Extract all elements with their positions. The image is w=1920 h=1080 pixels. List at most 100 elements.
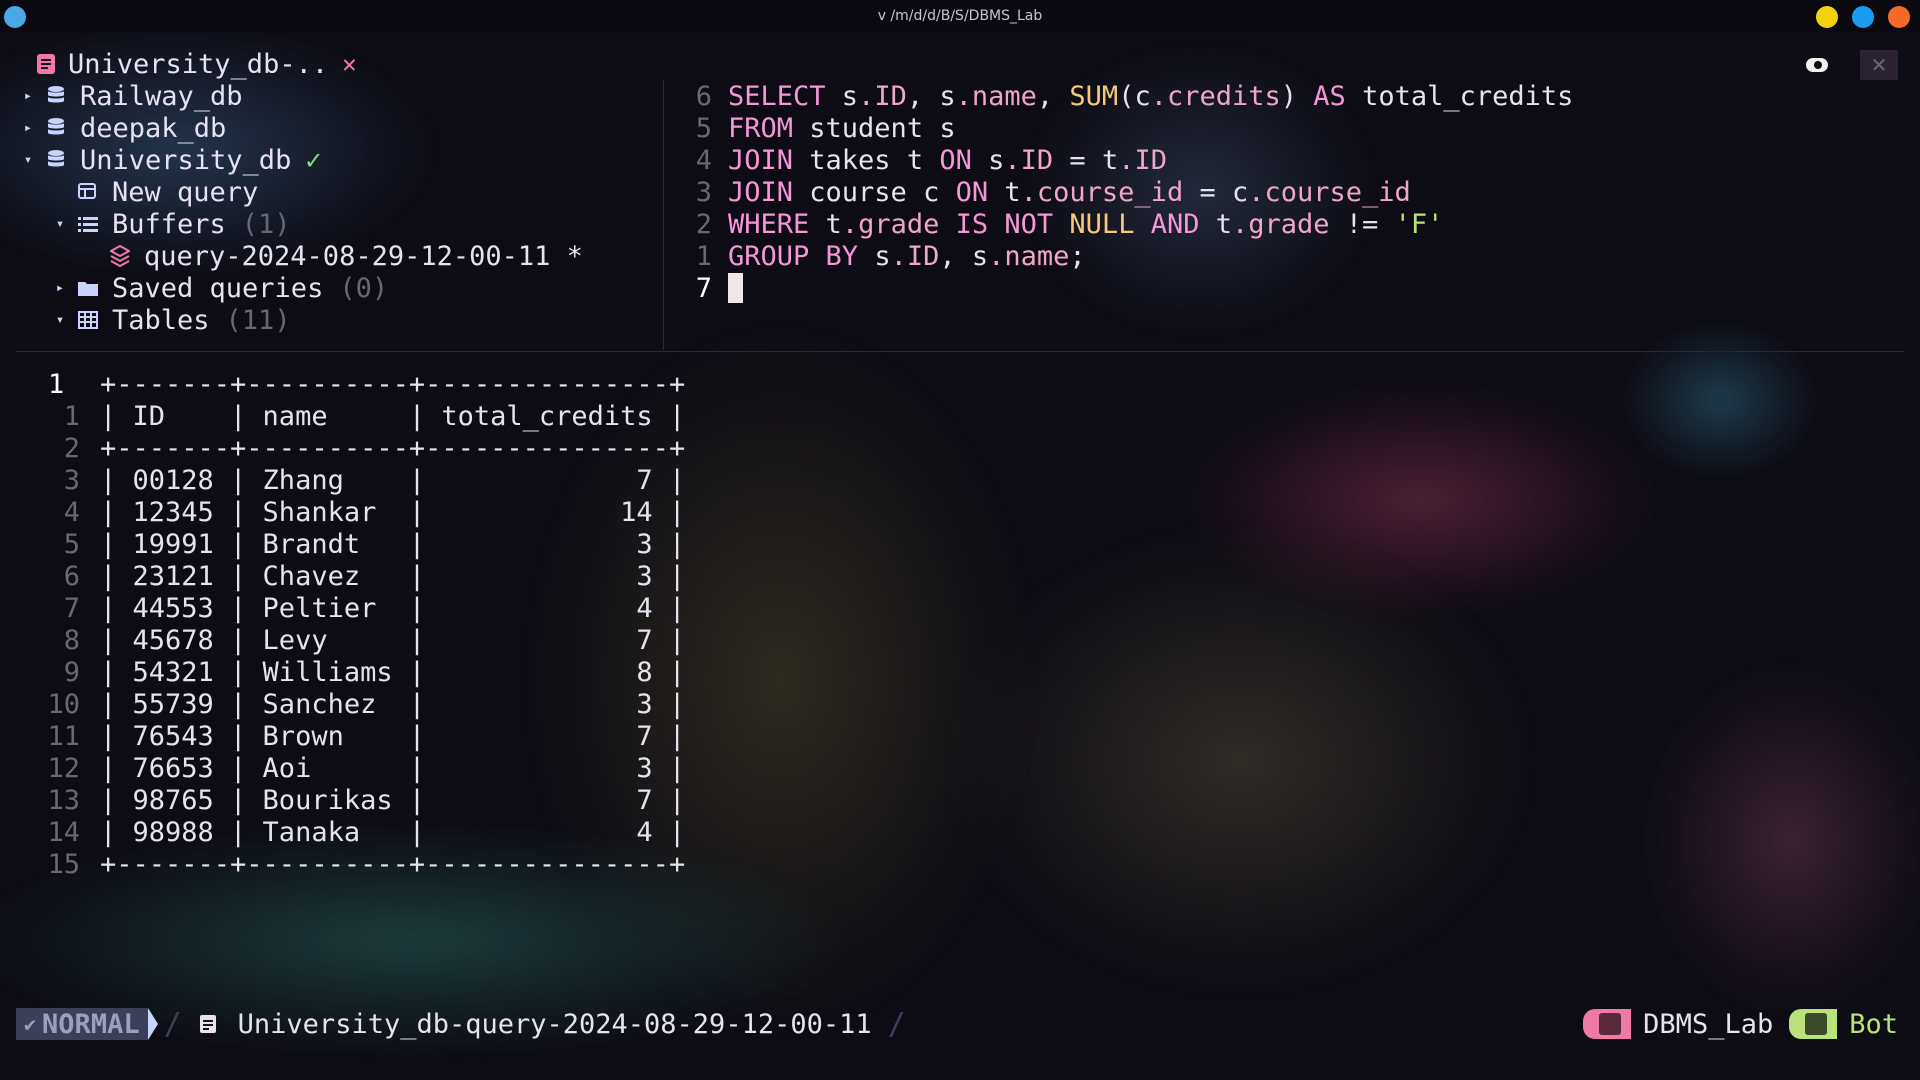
maximize-button[interactable] <box>1852 6 1874 28</box>
layers-icon <box>104 245 136 267</box>
close-pane-button[interactable]: ✕ <box>1860 50 1898 80</box>
line-number: 3 <box>695 176 712 208</box>
sidebar-item-query-2024-08-29-12-00-11[interactable]: query-2024-08-29-12-00-11 * <box>80 240 583 272</box>
code-token: .ID <box>858 80 907 112</box>
table-header-row[interactable]: 1 | ID | name | total_credits | <box>30 400 685 432</box>
table-row[interactable]: 13 | 98765 | Bourikas | 7 | <box>30 784 685 816</box>
table-border-row[interactable]: 15 +-------+----------+---------------+ <box>30 848 685 880</box>
code-token: c <box>1134 80 1151 112</box>
line-number: 5 <box>63 528 80 560</box>
code-token: JOIN <box>728 176 810 208</box>
code-token: , <box>939 240 972 272</box>
code-token: s <box>939 80 956 112</box>
table-row[interactable]: 5 | 19991 | Brandt | 3 | <box>30 528 685 560</box>
line-number: 11 <box>47 720 80 752</box>
line-number: 9 <box>63 656 80 688</box>
table-row[interactable]: 3 | 00128 | Zhang | 7 | <box>30 464 685 496</box>
pane-divider-horizontal <box>16 351 1904 352</box>
pane-divider <box>663 80 664 350</box>
mode-indicator: ✔ NORMAL <box>16 1008 148 1040</box>
expanded-arrow-icon[interactable]: ▾ <box>48 216 72 232</box>
table-row[interactable]: 7 | 44553 | Peltier | 4 | <box>30 592 685 624</box>
code-line[interactable]: 5 FROM student s <box>672 112 956 144</box>
file-icon <box>192 1014 224 1034</box>
table-row[interactable]: 4 | 12345 | Shankar | 14 | <box>30 496 685 528</box>
sidebar-tab[interactable]: University_db-.. ✕ <box>30 48 357 80</box>
line-number: 7 <box>695 272 712 304</box>
collapsed-arrow-icon[interactable]: ▸ <box>16 88 40 104</box>
table-border-row[interactable]: 2 +-------+----------+---------------+ <box>30 432 685 464</box>
database-icon <box>40 149 72 171</box>
app-menu-button[interactable] <box>4 6 26 28</box>
table-row[interactable]: 11 | 76543 | Brown | 7 | <box>30 720 685 752</box>
line-number: 2 <box>63 432 80 464</box>
code-token: .grade <box>1232 208 1330 240</box>
code-line[interactable]: 7 <box>672 272 743 304</box>
code-line[interactable]: 3 JOIN course c ON t .course_id = c .course… <box>672 176 1411 208</box>
line-number: 13 <box>47 784 80 816</box>
expanded-arrow-icon[interactable]: ▾ <box>48 312 72 328</box>
code-token: = <box>1183 176 1232 208</box>
expanded-arrow-icon[interactable]: ▾ <box>16 152 40 168</box>
code-line[interactable]: 1 GROUP BY s .ID, s .name; <box>672 240 1086 272</box>
code-token: SUM <box>1069 80 1119 112</box>
toggle-icon[interactable] <box>1806 58 1828 72</box>
code-token: SELECT <box>728 80 842 112</box>
mode-separator <box>147 1008 158 1040</box>
table-row[interactable]: 6 | 23121 | Chavez | 3 | <box>30 560 685 592</box>
slash-separator-2: / <box>887 1006 906 1042</box>
code-token: t <box>1004 176 1021 208</box>
line-number: 5 <box>695 112 712 144</box>
line-number: 10 <box>47 688 80 720</box>
sidebar-item-railway-db[interactable]: ▸ Railway_db <box>16 80 243 112</box>
code-token: s <box>988 144 1005 176</box>
code-token: .name <box>955 80 1037 112</box>
code-token: takes t <box>809 144 940 176</box>
project-name: DBMS_Lab <box>1643 1008 1774 1040</box>
database-icon <box>40 85 72 107</box>
code-token: IS NOT <box>955 208 1070 240</box>
close-window-button[interactable] <box>1888 6 1910 28</box>
code-line[interactable]: 6 SELECT s .ID, s .name, SUM(c .credits) AS … <box>672 80 1574 112</box>
table-row[interactable]: 9 | 54321 | Williams | 8 | <box>30 656 685 688</box>
line-number: 4 <box>695 144 712 176</box>
table-row[interactable]: 14 | 98988 | Tanaka | 4 | <box>30 816 685 848</box>
table-border-row[interactable]: 1 +-------+----------+---------------+ <box>30 368 685 400</box>
new-query-icon <box>72 182 104 202</box>
code-token: .grade <box>841 208 940 240</box>
line-number: 1 <box>63 400 80 432</box>
code-token: .name <box>988 240 1070 272</box>
code-line[interactable]: 2 WHERE t .grade IS NOT NULL AND t .grade !… <box>672 208 1444 240</box>
document-icon <box>30 53 62 75</box>
code-token: ; <box>1069 240 1086 272</box>
sidebar-item-saved-queries[interactable]: ▸ Saved queries (0) <box>48 272 388 304</box>
code-token: s <box>874 240 891 272</box>
table-row[interactable]: 10 | 55739 | Sanchez | 3 | <box>30 688 685 720</box>
line-number: 6 <box>63 560 80 592</box>
minimize-button[interactable] <box>1816 6 1838 28</box>
code-token: 'F' <box>1394 208 1444 240</box>
collapsed-arrow-icon[interactable]: ▸ <box>48 280 72 296</box>
sidebar-item-label: Tables <box>112 304 210 336</box>
sidebar-item-buffers[interactable]: ▾ Buffers (1) <box>48 208 291 240</box>
line-number: 1 <box>695 240 712 272</box>
sidebar-item-deepak-db[interactable]: ▸ deepak_db <box>16 112 227 144</box>
project-badge-icon <box>1583 1009 1632 1039</box>
table-row[interactable]: 12 | 76653 | Aoi | 3 | <box>30 752 685 784</box>
item-count: (0) <box>339 272 389 304</box>
collapsed-arrow-icon[interactable]: ▸ <box>16 120 40 136</box>
position-badge-icon <box>1789 1009 1838 1039</box>
sidebar-item-university-db[interactable]: ▾ University_db ✓ <box>16 144 322 176</box>
result-text: | 45678 | Levy | 7 | <box>100 624 686 656</box>
line-number: 7 <box>63 592 80 624</box>
code-token: t <box>825 208 842 240</box>
close-icon[interactable]: ✕ <box>342 50 356 78</box>
sidebar-item-tables[interactable]: ▾ Tables (11) <box>48 304 291 336</box>
code-token: student s <box>809 112 956 144</box>
table-row[interactable]: 8 | 45678 | Levy | 7 | <box>30 624 685 656</box>
sidebar-item-new-query[interactable]: New query <box>48 176 258 208</box>
code-line[interactable]: 4 JOIN takes t ON s .ID = t .ID <box>672 144 1167 176</box>
window-title: v /m/d/d/B/S/DBMS_Lab <box>877 8 1043 24</box>
line-number: 1 <box>48 368 65 400</box>
